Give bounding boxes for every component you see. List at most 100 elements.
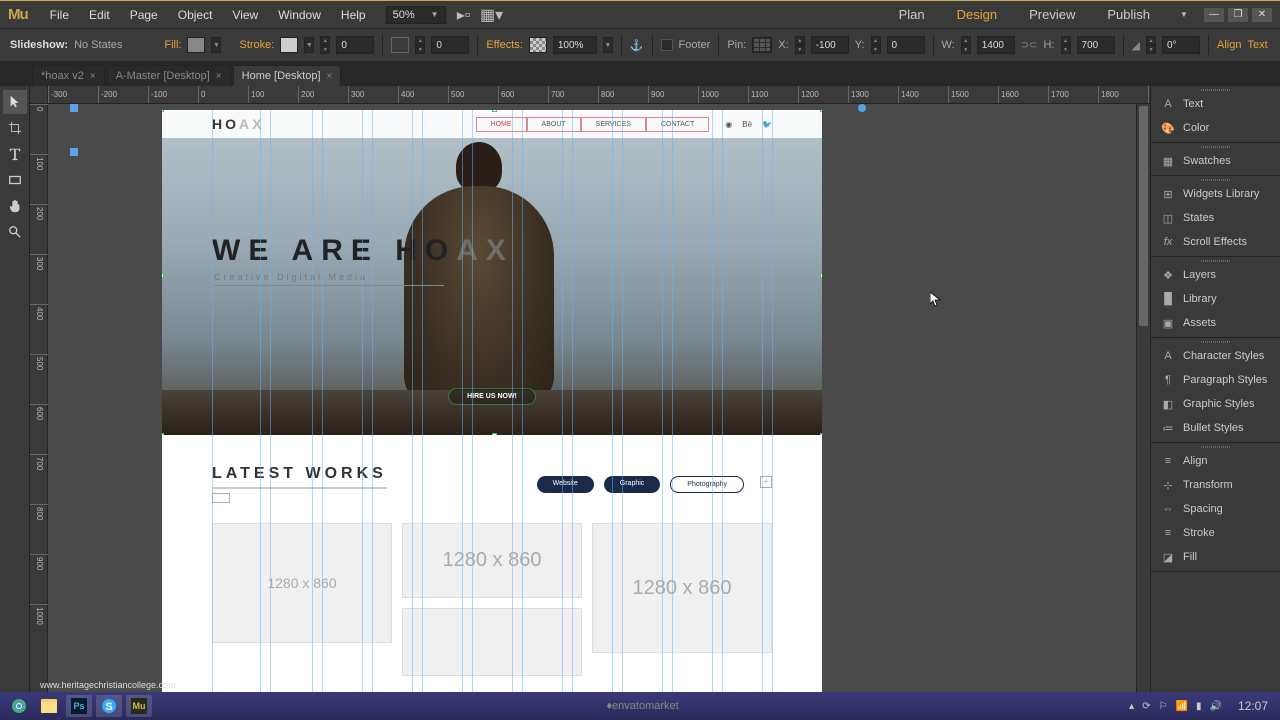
- selection-tool[interactable]: [3, 90, 27, 114]
- works-title[interactable]: LATEST WORKS: [212, 465, 387, 489]
- minimize-button[interactable]: —: [1204, 8, 1224, 22]
- opacity-dropdown[interactable]: ▼: [603, 37, 613, 53]
- panel-library[interactable]: ▐▌Library: [1151, 287, 1280, 311]
- ruler-horizontal[interactable]: -300-200-1000100200300400500600700800900…: [48, 86, 1150, 104]
- work-item[interactable]: 1280 x 860: [212, 523, 392, 643]
- tab-hoax[interactable]: *hoax v2×: [32, 65, 105, 86]
- panel-stroke[interactable]: ≡Stroke: [1151, 521, 1280, 545]
- dribbble-icon[interactable]: ◉: [725, 120, 732, 129]
- rotate-spinner[interactable]: ▲▼: [1146, 36, 1156, 54]
- stroke-spinner[interactable]: ▲▼: [320, 36, 330, 54]
- design-page[interactable]: HOAX HOME ABOUT SERVICES CONTACT ◉ Bē 🐦: [162, 110, 822, 692]
- h-spinner[interactable]: ▲▼: [1061, 36, 1071, 54]
- maximize-button[interactable]: ❐: [1228, 8, 1248, 22]
- cta-button[interactable]: HIRE US NOW!: [448, 388, 536, 405]
- menu-window[interactable]: Window: [268, 4, 331, 26]
- corner-icon[interactable]: [391, 37, 409, 53]
- y-value[interactable]: 0: [887, 36, 925, 54]
- skype-icon[interactable]: S: [96, 695, 122, 717]
- ruler-origin[interactable]: [30, 86, 48, 104]
- panel-char-styles[interactable]: ACharacter Styles: [1151, 344, 1280, 368]
- chevron-down-icon[interactable]: ▼: [1174, 7, 1194, 23]
- rotate-value[interactable]: 0°: [1162, 36, 1200, 54]
- canvas[interactable]: -300-200-1000100200300400500600700800900…: [30, 86, 1150, 692]
- panel-para-styles[interactable]: ¶Paragraph Styles: [1151, 368, 1280, 392]
- behance-icon[interactable]: Bē: [742, 120, 752, 129]
- ruler-vertical[interactable]: 01002003004005006007008009001000: [30, 104, 48, 692]
- layout-icon[interactable]: ▦▾: [482, 7, 502, 23]
- filter-website[interactable]: Website: [537, 476, 594, 493]
- rectangle-tool[interactable]: [3, 168, 27, 192]
- mode-plan[interactable]: Plan: [883, 3, 941, 26]
- hand-tool[interactable]: [3, 194, 27, 218]
- tab-home[interactable]: Home [Desktop]×: [233, 65, 342, 86]
- panel-layers[interactable]: ❖Layers: [1151, 263, 1280, 287]
- zoom-tool[interactable]: [3, 220, 27, 244]
- close-icon[interactable]: ×: [327, 71, 333, 82]
- network-icon[interactable]: 📶: [1176, 701, 1188, 712]
- panel-bullet-styles[interactable]: ≔Bullet Styles: [1151, 416, 1280, 440]
- panel-states[interactable]: ◫States: [1151, 206, 1280, 230]
- effects-label[interactable]: Effects:: [486, 39, 522, 51]
- panel-graphic-styles[interactable]: ◧Graphic Styles: [1151, 392, 1280, 416]
- panel-fill[interactable]: ◪Fill: [1151, 545, 1280, 569]
- add-filter-icon[interactable]: +: [760, 476, 772, 488]
- fill-label[interactable]: Fill:: [164, 39, 181, 51]
- stroke-dropdown[interactable]: ▼: [304, 37, 314, 53]
- text-link[interactable]: Text: [1247, 39, 1267, 51]
- footer-checkbox[interactable]: [661, 39, 673, 51]
- hero-headline[interactable]: WE ARE HOAX: [212, 234, 514, 268]
- page-marker-tr[interactable]: [858, 104, 866, 112]
- menu-page[interactable]: Page: [120, 4, 168, 26]
- fill-swatch[interactable]: [187, 37, 205, 53]
- fill-dropdown[interactable]: ▼: [211, 37, 221, 53]
- nav-home[interactable]: HOME: [476, 117, 527, 132]
- pin-grid[interactable]: [752, 37, 772, 53]
- works-box[interactable]: [212, 493, 230, 503]
- sync-icon[interactable]: ⟳: [1142, 701, 1150, 712]
- nav-contact[interactable]: CONTACT: [646, 117, 709, 132]
- mode-preview[interactable]: Preview: [1013, 3, 1091, 26]
- w-value[interactable]: 1400: [977, 36, 1015, 54]
- clock[interactable]: 12:07: [1238, 699, 1268, 713]
- menu-object[interactable]: Object: [168, 4, 223, 26]
- photoshop-icon[interactable]: Ps: [66, 695, 92, 717]
- stroke-label[interactable]: Stroke:: [239, 39, 274, 51]
- page-marker-tl[interactable]: [70, 104, 78, 112]
- y-spinner[interactable]: ▲▼: [871, 36, 881, 54]
- opacity-value[interactable]: 100%: [553, 36, 597, 54]
- explorer-icon[interactable]: [36, 695, 62, 717]
- battery-icon[interactable]: ▮: [1196, 701, 1202, 712]
- menu-edit[interactable]: Edit: [79, 4, 120, 26]
- align-link[interactable]: Align: [1217, 39, 1241, 51]
- panel-transform[interactable]: ⊹Transform: [1151, 473, 1280, 497]
- zoom-dropdown[interactable]: 50% ▼: [386, 6, 446, 24]
- menu-file[interactable]: File: [40, 4, 79, 26]
- filter-graphic[interactable]: Graphic: [604, 476, 661, 493]
- panel-widgets[interactable]: ⊞Widgets Library: [1151, 182, 1280, 206]
- work-item[interactable]: [402, 608, 582, 676]
- anchor-icon[interactable]: ⚓: [630, 39, 644, 52]
- crop-tool[interactable]: [3, 116, 27, 140]
- slideshow-state[interactable]: No States: [74, 39, 122, 51]
- panel-align[interactable]: ≡Align: [1151, 449, 1280, 473]
- mode-design[interactable]: Design: [941, 3, 1013, 26]
- system-tray[interactable]: ▴ ⟳ ⚐ 📶 ▮ 🔊 12:07: [1129, 699, 1274, 713]
- menu-help[interactable]: Help: [331, 4, 376, 26]
- scrollbar-vertical[interactable]: [1136, 104, 1150, 692]
- corner-spinner[interactable]: ▲▼: [415, 36, 425, 54]
- flag-icon[interactable]: ⚐: [1159, 701, 1168, 712]
- tray-up-icon[interactable]: ▴: [1129, 701, 1134, 712]
- panel-spacing[interactable]: ⇔Spacing: [1151, 497, 1280, 521]
- close-button[interactable]: ✕: [1252, 8, 1272, 22]
- text-tool[interactable]: [3, 142, 27, 166]
- page-add-icon[interactable]: ▸▫: [454, 7, 474, 23]
- panel-swatches[interactable]: ▦Swatches: [1151, 149, 1280, 173]
- h-value[interactable]: 700: [1077, 36, 1115, 54]
- panel-assets[interactable]: ▣Assets: [1151, 311, 1280, 335]
- close-icon[interactable]: ×: [216, 71, 222, 82]
- panel-text[interactable]: AText: [1151, 92, 1280, 116]
- x-value[interactable]: -100: [811, 36, 849, 54]
- chrome-icon[interactable]: [6, 695, 32, 717]
- link-icon[interactable]: ⊃⊂: [1021, 40, 1038, 51]
